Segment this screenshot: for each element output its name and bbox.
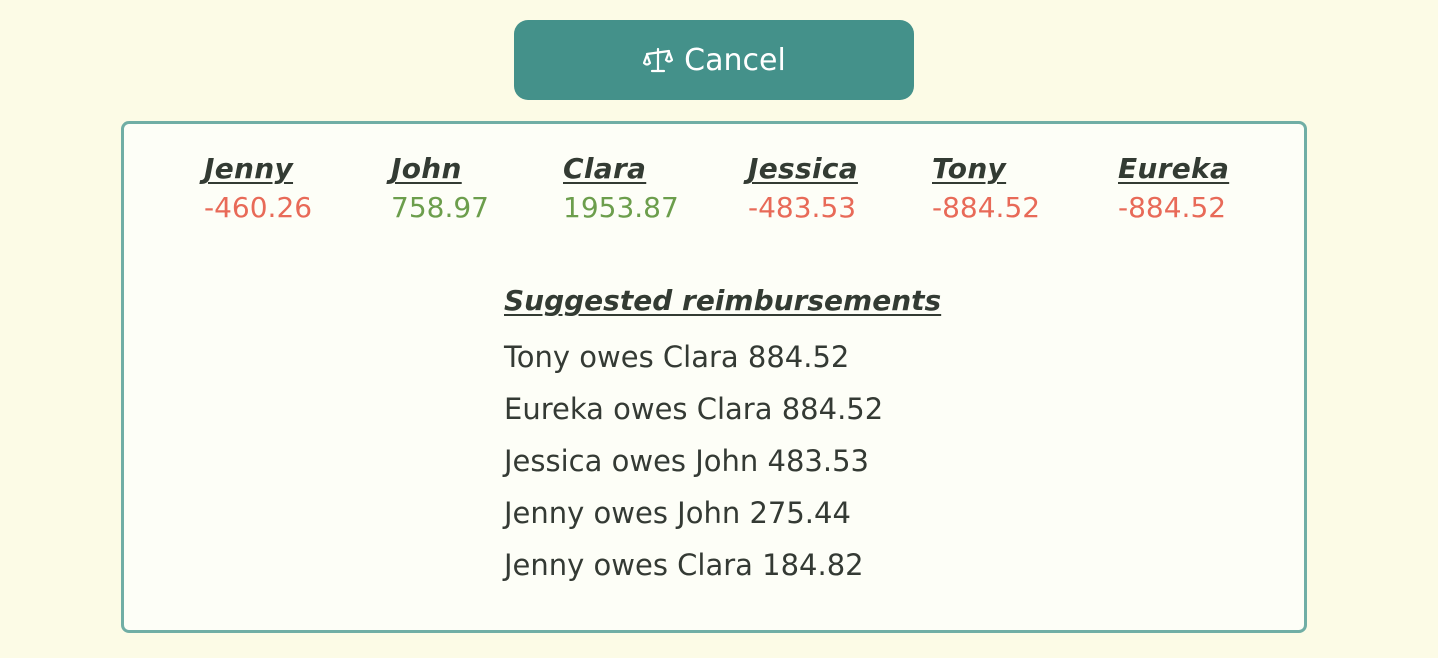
- person-balance: 1953.87: [563, 191, 679, 224]
- balance-clara: Clara 1953.87: [563, 152, 679, 224]
- balance-jenny: Jenny -460.26: [204, 152, 312, 224]
- cancel-button[interactable]: Cancel: [514, 20, 914, 100]
- reimbursement-item: Jessica owes John 483.53: [504, 444, 869, 478]
- balance-john: John 758.97: [391, 152, 489, 224]
- reimbursement-item: Tony owes Clara 884.52: [504, 340, 850, 374]
- balance-tony: Tony -884.52: [932, 152, 1040, 224]
- person-name: Jessica: [748, 152, 858, 185]
- person-name: Tony: [932, 152, 1007, 185]
- balance-scale-icon: [642, 44, 674, 76]
- reimbursements-heading: Suggested reimbursements: [504, 284, 942, 317]
- person-balance: 758.97: [391, 191, 489, 224]
- person-name: John: [391, 152, 462, 185]
- person-balance: -884.52: [932, 191, 1041, 224]
- person-balance: -483.53: [748, 191, 857, 224]
- person-name: Clara: [563, 152, 647, 185]
- reimbursement-item: Eureka owes Clara 884.52: [504, 392, 884, 426]
- balances-panel: Jenny -460.26 John 758.97 Clara 1953.87 …: [121, 121, 1307, 633]
- suggested-reimbursements: Suggested reimbursements Tony owes Clara…: [504, 284, 941, 591]
- balance-jessica: Jessica -483.53: [748, 152, 858, 224]
- reimbursement-item: Jenny owes John 275.44: [504, 496, 851, 530]
- reimbursement-item: Jenny owes Clara 184.82: [504, 548, 864, 582]
- person-name: Jenny: [204, 152, 294, 185]
- cancel-button-label: Cancel: [684, 42, 786, 78]
- person-name: Eureka: [1118, 152, 1230, 185]
- person-balance: -884.52: [1118, 191, 1227, 224]
- person-balance: -460.26: [204, 191, 313, 224]
- balance-eureka: Eureka -884.52: [1118, 152, 1229, 224]
